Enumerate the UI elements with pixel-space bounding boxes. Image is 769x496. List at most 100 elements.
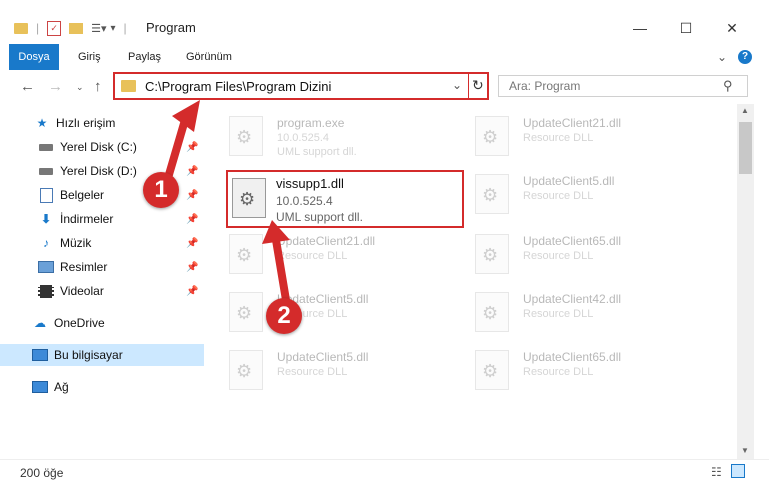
pin-icon[interactable]: 📌 <box>186 214 198 225</box>
file-name: UpdateClient21.dll <box>277 234 376 248</box>
file-list: ⚙ program.exe 10.0.525.4 UML support dll… <box>205 104 737 459</box>
refresh-icon[interactable]: ↻ <box>472 77 484 94</box>
recent-locations-icon[interactable]: ⌄ <box>76 82 84 93</box>
sidebar-item-downloads[interactable]: ⬇ İndirmeler 📌 <box>0 208 204 230</box>
tab-home[interactable]: Giriş <box>68 44 111 70</box>
network-icon <box>32 380 48 394</box>
file-item[interactable]: ⚙ UpdateClient5.dll Resource DLL <box>475 172 705 222</box>
maximize-icon: ☐ <box>679 19 693 36</box>
video-icon <box>38 284 54 298</box>
file-description: Resource DLL <box>523 132 594 144</box>
file-version: 10.0.525.4 <box>277 132 329 144</box>
address-bar[interactable]: C:\Program Files\Program Dizini ⌄ ↻ <box>113 72 489 100</box>
dropdown-icon[interactable]: ▾ <box>111 23 116 34</box>
dll-file-icon: ⚙ <box>475 174 509 214</box>
scrollbar-thumb[interactable] <box>739 122 752 174</box>
sidebar-item-this-pc[interactable]: Bu bilgisayar <box>0 344 204 366</box>
pin-icon[interactable]: 📌 <box>186 286 198 297</box>
step-badge-2: 2 <box>266 298 302 334</box>
file-name: vissupp1.dll <box>276 176 344 191</box>
sidebar-item-label: OneDrive <box>54 316 105 330</box>
highlighted-file-item[interactable]: ⚙ vissupp1.dll 10.0.525.4 UML support dl… <box>226 170 464 228</box>
folder-icon[interactable] <box>14 22 28 34</box>
dll-file-icon: ⚙ <box>229 292 263 332</box>
file-item[interactable]: ⚙ UpdateClient42.dll Resource DLL <box>475 290 705 340</box>
help-icon[interactable]: ? <box>738 50 752 64</box>
maximize-button[interactable]: ☐ <box>663 14 709 42</box>
document-icon <box>38 187 54 203</box>
file-description: Resource DLL <box>523 190 594 202</box>
pin-icon[interactable]: 📌 <box>186 238 198 249</box>
sidebar-item-pictures[interactable]: Resimler 📌 <box>0 256 204 278</box>
vertical-scrollbar[interactable]: ▲ ▼ <box>737 104 754 459</box>
expand-ribbon-icon[interactable]: ⌄ <box>717 50 727 64</box>
file-item[interactable]: ⚙ UpdateClient65.dll Resource DLL <box>475 348 705 398</box>
sidebar-item-label: Videolar <box>60 284 104 298</box>
tab-file[interactable]: Dosya <box>9 44 59 70</box>
tab-share[interactable]: Paylaş <box>118 44 171 70</box>
file-name: program.exe <box>277 116 345 130</box>
scroll-up-icon[interactable]: ▲ <box>741 106 749 115</box>
file-description: Resource DLL <box>523 250 594 262</box>
new-folder-icon[interactable] <box>69 22 84 34</box>
file-name: UpdateClient42.dll <box>523 292 622 306</box>
file-item[interactable]: ⚙ UpdateClient5.dll Resource DLL <box>229 290 459 340</box>
sidebar-item-network[interactable]: Ağ <box>0 376 204 398</box>
minimize-icon: — <box>633 20 647 36</box>
pin-icon[interactable]: 📌 <box>186 190 198 201</box>
back-arrow-icon[interactable]: ← <box>20 78 35 95</box>
search-placeholder: Ara: Program <box>509 79 581 93</box>
file-description: Resource DLL <box>277 250 348 262</box>
file-version: 10.0.525.4 <box>276 194 333 208</box>
file-item[interactable]: ⚙ program.exe 10.0.525.4 UML support dll… <box>229 114 459 164</box>
large-icons-view-icon[interactable] <box>731 464 745 478</box>
file-name: UpdateClient65.dll <box>523 350 622 364</box>
file-item[interactable]: ⚙ UpdateClient21.dll Resource DLL <box>229 232 459 282</box>
dll-file-icon: ⚙ <box>475 234 509 274</box>
ribbon: Dosya Giriş Paylaş Görünüm ⌄ ? <box>0 44 769 71</box>
scroll-down-icon[interactable]: ▼ <box>741 446 749 455</box>
file-item[interactable]: ⚙ UpdateClient5.dll Resource DLL <box>229 348 459 398</box>
up-arrow-icon[interactable]: ↑ <box>94 78 102 95</box>
file-item[interactable]: ⚙ UpdateClient65.dll Resource DLL <box>475 232 705 282</box>
download-icon: ⬇ <box>40 212 52 226</box>
sidebar-item-local-disk-c[interactable]: Yerel Disk (C:) 📌 <box>0 136 204 158</box>
cloud-icon: ☁ <box>34 316 46 330</box>
file-description: Resource DLL <box>277 366 348 378</box>
minimize-button[interactable]: — <box>617 14 663 42</box>
customize-toolbar-icon[interactable]: ☰▾ <box>91 22 106 35</box>
file-name: UpdateClient21.dll <box>523 116 622 130</box>
address-dropdown-icon[interactable]: ⌄ <box>452 78 462 92</box>
sidebar-item-label: Yerel Disk (C:) <box>60 140 137 154</box>
details-view-icon[interactable]: ☷ <box>711 465 722 479</box>
step-badge-1: 1 <box>143 172 179 208</box>
title-bar: | ✓ ☰▾ ▾ | Program — ☐ ✕ <box>0 0 769 45</box>
dll-file-icon: ⚙ <box>475 292 509 332</box>
dll-file-icon: ⚙ <box>475 350 509 390</box>
pin-icon[interactable]: 📌 <box>186 166 198 177</box>
forward-arrow-icon[interactable]: → <box>48 78 63 95</box>
sidebar-item-label: Belgeler <box>60 188 105 202</box>
sidebar-item-videos[interactable]: Videolar 📌 <box>0 280 204 302</box>
sidebar-item-label: İndirmeler <box>60 212 114 226</box>
sidebar-item-label: Bu bilgisayar <box>54 348 123 362</box>
file-item[interactable]: ⚙ UpdateClient21.dll Resource DLL <box>475 114 705 164</box>
pin-icon[interactable]: 📌 <box>186 142 198 153</box>
dll-file-icon: ⚙ <box>229 234 263 274</box>
properties-icon[interactable]: ✓ <box>47 20 62 36</box>
file-description: UML support dll. <box>277 146 357 158</box>
folder-icon <box>121 80 136 92</box>
file-name: UpdateClient5.dll <box>277 350 369 364</box>
status-bar: 200 öğe ☷ <box>0 459 769 496</box>
sidebar-item-label: Ağ <box>54 380 69 394</box>
address-path: C:\Program Files\Program Dizini <box>145 79 332 94</box>
search-icon[interactable]: ⚲ <box>723 78 733 94</box>
close-button[interactable]: ✕ <box>709 14 755 42</box>
sidebar-item-onedrive[interactable]: ☁ OneDrive <box>0 312 204 334</box>
sidebar-item-quick-access[interactable]: ★ Hızlı erişim <box>0 112 204 134</box>
search-box[interactable]: Ara: Program ⚲ <box>498 75 748 97</box>
sidebar-item-music[interactable]: ♪ Müzik 📌 <box>0 232 204 254</box>
file-description: Resource DLL <box>523 308 594 320</box>
tab-view[interactable]: Görünüm <box>176 44 242 70</box>
pin-icon[interactable]: 📌 <box>186 262 198 273</box>
